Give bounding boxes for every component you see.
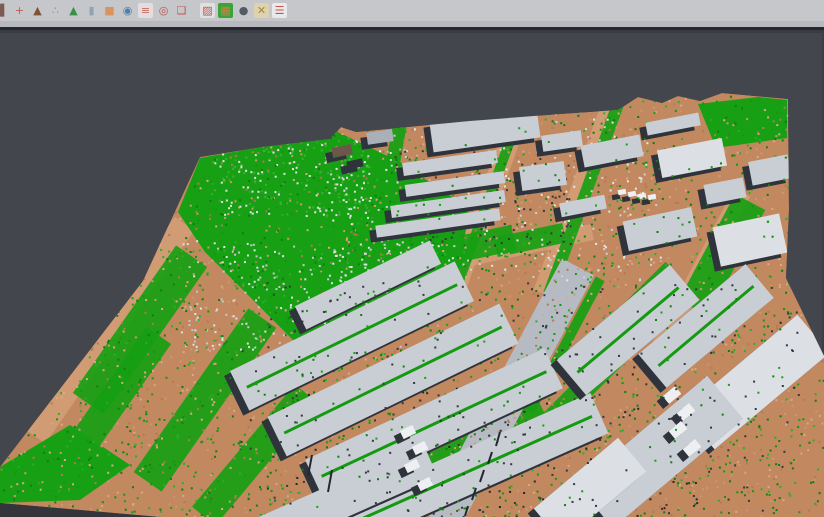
clipped-edge-icon[interactable]: ▌ [0, 3, 9, 18]
point-cloud-scene [0, 30, 824, 517]
ortho-square-icon[interactable]: ■ [102, 3, 117, 18]
zoom-extents-icon[interactable]: ❏ [174, 3, 189, 18]
pick-points-icon[interactable]: + [12, 3, 27, 18]
viewport-3d[interactable] [0, 30, 824, 517]
measure-cross-icon[interactable]: ✕ [254, 3, 269, 18]
target-ring-icon[interactable]: ◎ [156, 3, 171, 18]
hatch-grid-icon[interactable]: ▨ [200, 3, 215, 18]
wall-panel-icon[interactable]: ▮ [84, 3, 99, 18]
orbit-globe-icon[interactable]: ◉ [120, 3, 135, 18]
dark-sphere-icon[interactable]: ● [236, 3, 251, 18]
red-stripes-icon[interactable]: ☰ [272, 3, 287, 18]
green-hill-icon[interactable]: ▲ [66, 3, 81, 18]
layer-list-icon[interactable]: ≡ [138, 3, 153, 18]
scatter-points-icon[interactable]: ∴ [48, 3, 63, 18]
terrain-mountain-icon[interactable]: ▲ [30, 3, 45, 18]
main-toolbar: ▌+▲∴▲▮■◉≡◎❏▨▦●✕☰ [0, 0, 824, 21]
classification-palette-icon[interactable]: ▦ [218, 3, 233, 18]
application-window: ▌+▲∴▲▮■◉≡◎❏▨▦●✕☰ [0, 0, 824, 517]
